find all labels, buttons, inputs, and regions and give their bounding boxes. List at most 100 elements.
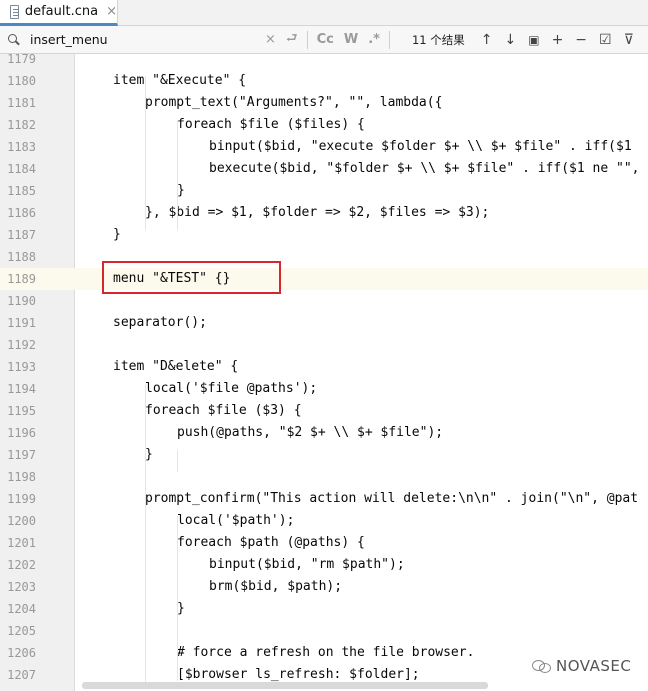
line-number: 1196 [7, 426, 36, 440]
code-text: binput($bid, "rm $path"); [209, 557, 405, 572]
code-line[interactable]: 1191 separator(); [0, 312, 648, 334]
code-text: foreach $file ($files) { [177, 117, 365, 132]
code-text: } [177, 183, 185, 198]
line-number: 1190 [7, 294, 36, 308]
match-case-toggle[interactable]: Cc [317, 32, 334, 47]
code-line[interactable]: 1204} [0, 598, 648, 620]
line-number: 1179 [7, 54, 36, 66]
line-number: 1188 [7, 250, 36, 264]
code-line[interactable]: 1192 [0, 334, 648, 356]
code-line[interactable]: 1185} [0, 180, 648, 202]
code-line[interactable]: 1183 binput($bid, "execute $folder $+ \\ … [0, 136, 648, 158]
code-line[interactable]: 1188 [0, 246, 648, 268]
clear-search-icon[interactable]: × [265, 32, 276, 47]
regex-toggle[interactable]: .* [368, 32, 380, 47]
match-count: 11 个结果 [411, 32, 465, 47]
horizontal-scrollbar[interactable] [82, 682, 488, 689]
search-icon[interactable] [6, 33, 26, 47]
code-text: binput($bid, "execute $folder $+ \\ $+ $… [209, 139, 632, 154]
indent-guide [177, 516, 178, 681]
line-number: 1192 [7, 338, 36, 352]
remove-selection-icon[interactable]: − [575, 32, 587, 48]
line-number: 1193 [7, 360, 36, 374]
close-icon[interactable]: × [106, 4, 117, 19]
code-text: local('$file @paths'); [145, 381, 318, 396]
code-line[interactable]: 1201 foreach $path (@paths) { [0, 532, 648, 554]
code-text: brm($bid, $path); [209, 579, 343, 594]
search-history-icon[interactable]: ⮐ [286, 29, 298, 51]
indent-guide [145, 384, 146, 684]
code-text: } [145, 447, 153, 462]
line-number: 1187 [7, 228, 36, 242]
file-icon [10, 4, 19, 19]
code-text: foreach $path (@paths) { [177, 535, 365, 550]
filter-icon[interactable]: ⊽ [624, 32, 634, 48]
code-text: item "D&elete" { [113, 359, 239, 374]
toolbar-divider [306, 30, 308, 49]
code-line[interactable]: 1200 local('$path'); [0, 510, 648, 532]
code-line[interactable]: 1180 item "&Execute" { [0, 70, 648, 92]
line-number: 1191 [7, 316, 36, 330]
code-text: bexecute($bid, "$folder $+ \\ $+ $file" … [209, 161, 640, 176]
watermark: NOVASEC [532, 655, 631, 677]
code-line[interactable]: 1193 item "D&elete" { [0, 356, 648, 378]
code-editor[interactable]: 1179 1180 item "&Execute" { 1181 prompt_text… [0, 54, 648, 691]
line-number: 1186 [7, 206, 36, 220]
tab-label: default.cna [24, 4, 99, 19]
tab-default-cna[interactable]: default.cna × [0, 0, 118, 26]
code-line[interactable]: 1182 foreach $file ($files) { [0, 114, 648, 136]
code-line[interactable]: 1199 prompt_confirm("This action will del… [0, 488, 648, 510]
indent-guide [145, 76, 146, 230]
code-line[interactable]: 1194 local('$file @paths'); [0, 378, 648, 400]
next-match-icon[interactable]: ↓ [504, 32, 516, 48]
line-number: 1182 [7, 118, 36, 132]
tab-bar: default.cna × [0, 0, 648, 26]
line-number: 1198 [7, 470, 36, 484]
code-line[interactable]: 1181 prompt_text("Arguments?", "", lambda… [0, 92, 648, 114]
code-line[interactable]: 1197} [0, 444, 648, 466]
wechat-logo-icon [532, 659, 551, 673]
line-number: 1205 [7, 624, 36, 638]
search-input[interactable] [30, 32, 260, 47]
line-number: 1203 [7, 580, 36, 594]
line-number: 1207 [7, 668, 36, 682]
line-number: 1195 [7, 404, 36, 418]
previous-match-icon[interactable]: ↑ [481, 32, 493, 48]
line-number: 1189 [7, 272, 36, 286]
line-number: 1181 [7, 96, 36, 110]
whole-word-toggle[interactable]: W [344, 32, 358, 47]
code-text: push(@paths, "$2 $+ \\ $+ $file"); [177, 425, 444, 440]
select-match-icon[interactable]: ▣ [528, 33, 539, 47]
line-number: 1202 [7, 558, 36, 572]
line-number: 1184 [7, 162, 36, 176]
toolbar-divider [388, 30, 390, 49]
find-bar: × ⮐ Cc W .* 11 个结果 ↑ ↓ ▣ + − ☑ ⊽ [0, 26, 648, 54]
code-line[interactable]: 1202 binput($bid, "rm $path"); [0, 554, 648, 576]
watermark-text: NOVASEC [556, 657, 632, 675]
line-number: 1199 [7, 492, 36, 506]
line-number: 1197 [7, 448, 36, 462]
line-number: 1200 [7, 514, 36, 528]
add-selection-icon[interactable]: + [552, 32, 564, 48]
line-number: 1185 [7, 184, 36, 198]
code-text: prompt_confirm("This action will delete:… [145, 491, 639, 506]
line-number: 1183 [7, 140, 36, 154]
code-line[interactable]: 1190 [0, 290, 648, 312]
code-line[interactable]: 1205 [0, 620, 648, 642]
code-line[interactable]: 1179 [0, 54, 648, 70]
select-all-occurrences-icon[interactable]: ☑ [599, 32, 612, 48]
code-line[interactable]: 1198 [0, 466, 648, 488]
code-line[interactable]: 1184 bexecute($bid, "$folder $+ \\ $+ $fi… [0, 158, 648, 180]
code-line[interactable]: 1186}, $bid => $1, $folder => $2, $files… [0, 202, 648, 224]
code-line[interactable]: 1187} [0, 224, 648, 246]
code-line[interactable]: 1196 push(@paths, "$2 $+ \\ $+ $file"); [0, 422, 648, 444]
line-number: 1194 [7, 382, 36, 396]
line-number: 1201 [7, 536, 36, 550]
code-text: } [177, 601, 185, 616]
code-line[interactable]: 1195 foreach $file ($3) { [0, 400, 648, 422]
code-text: } [113, 227, 121, 242]
code-text: prompt_text("Arguments?", "", lambda({ [145, 95, 443, 110]
code-line[interactable]: 1189 menu "&TEST" {} [0, 268, 648, 290]
code-line[interactable]: 1203 brm($bid, $path); [0, 576, 648, 598]
line-number: 1206 [7, 646, 36, 660]
